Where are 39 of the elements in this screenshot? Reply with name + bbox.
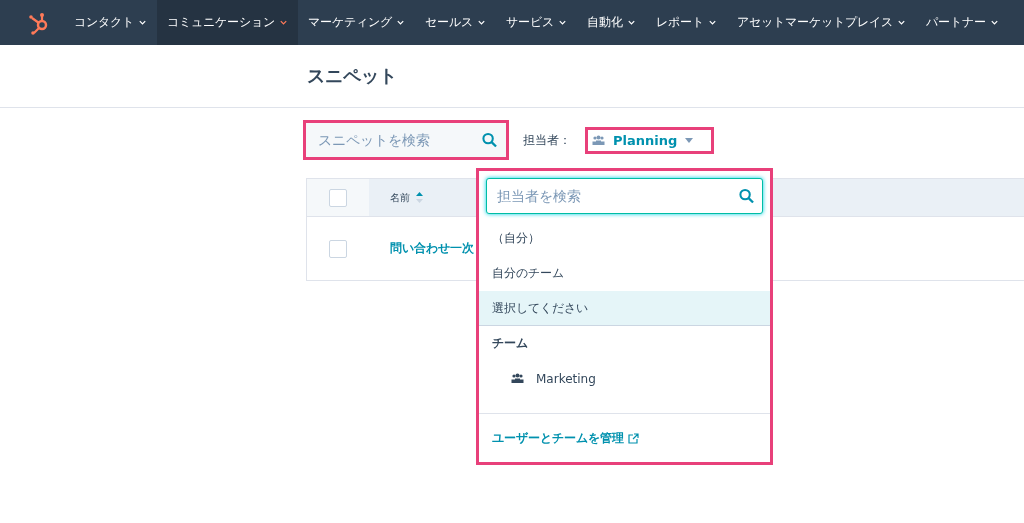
manage-link[interactable]: ユーザーとチームを管理 [492, 429, 639, 447]
search-icon [482, 132, 497, 148]
nav-item[interactable]: コンタクト [64, 0, 157, 45]
search-icon [739, 188, 754, 204]
checkbox[interactable] [329, 239, 347, 258]
nav-item[interactable]: セールス [415, 0, 496, 45]
snippet-link[interactable]: 問い合わせ一次 [369, 240, 474, 257]
team-name: Marketing [536, 371, 596, 386]
team-icon [592, 134, 605, 146]
caret-icon [990, 18, 999, 27]
nav-item[interactable]: パートナー [916, 0, 1009, 45]
caret-icon [138, 18, 147, 27]
caret-icon [396, 18, 405, 27]
nav-item[interactable]: マーケティング [298, 0, 415, 45]
menu-item[interactable]: Marketing [479, 361, 770, 396]
checkbox[interactable] [329, 188, 347, 207]
menu-item[interactable]: 選択してください [479, 291, 770, 326]
menu-item[interactable]: （自分） [479, 221, 770, 256]
caret-icon [279, 18, 288, 27]
search-field[interactable]: 担当者を検索 [486, 178, 763, 214]
caret-icon [685, 137, 694, 143]
section-header: チーム [491, 335, 529, 352]
caret-icon [897, 18, 906, 27]
caret-icon [558, 18, 567, 27]
owner-dropdown[interactable]: Planning [588, 130, 698, 150]
page-title: スニペット [307, 64, 397, 88]
nav-item[interactable]: サービス [496, 0, 577, 45]
caret-icon [627, 18, 636, 27]
menu-item[interactable]: 自分のチーム [479, 256, 770, 291]
external-link-icon [628, 432, 639, 444]
filter-label: 担当者： [523, 131, 571, 149]
caret-icon [477, 18, 486, 27]
team-icon [511, 373, 524, 384]
nav-item[interactable]: コミュニケーション [157, 0, 298, 45]
nav-item[interactable]: レポート [646, 0, 727, 45]
search-field[interactable]: スニペットを検索 [306, 123, 506, 157]
nav-item[interactable]: 自動化 [577, 0, 646, 45]
caret-icon [708, 18, 717, 27]
nav-item[interactable]: アセットマーケットプレイス [727, 0, 916, 45]
